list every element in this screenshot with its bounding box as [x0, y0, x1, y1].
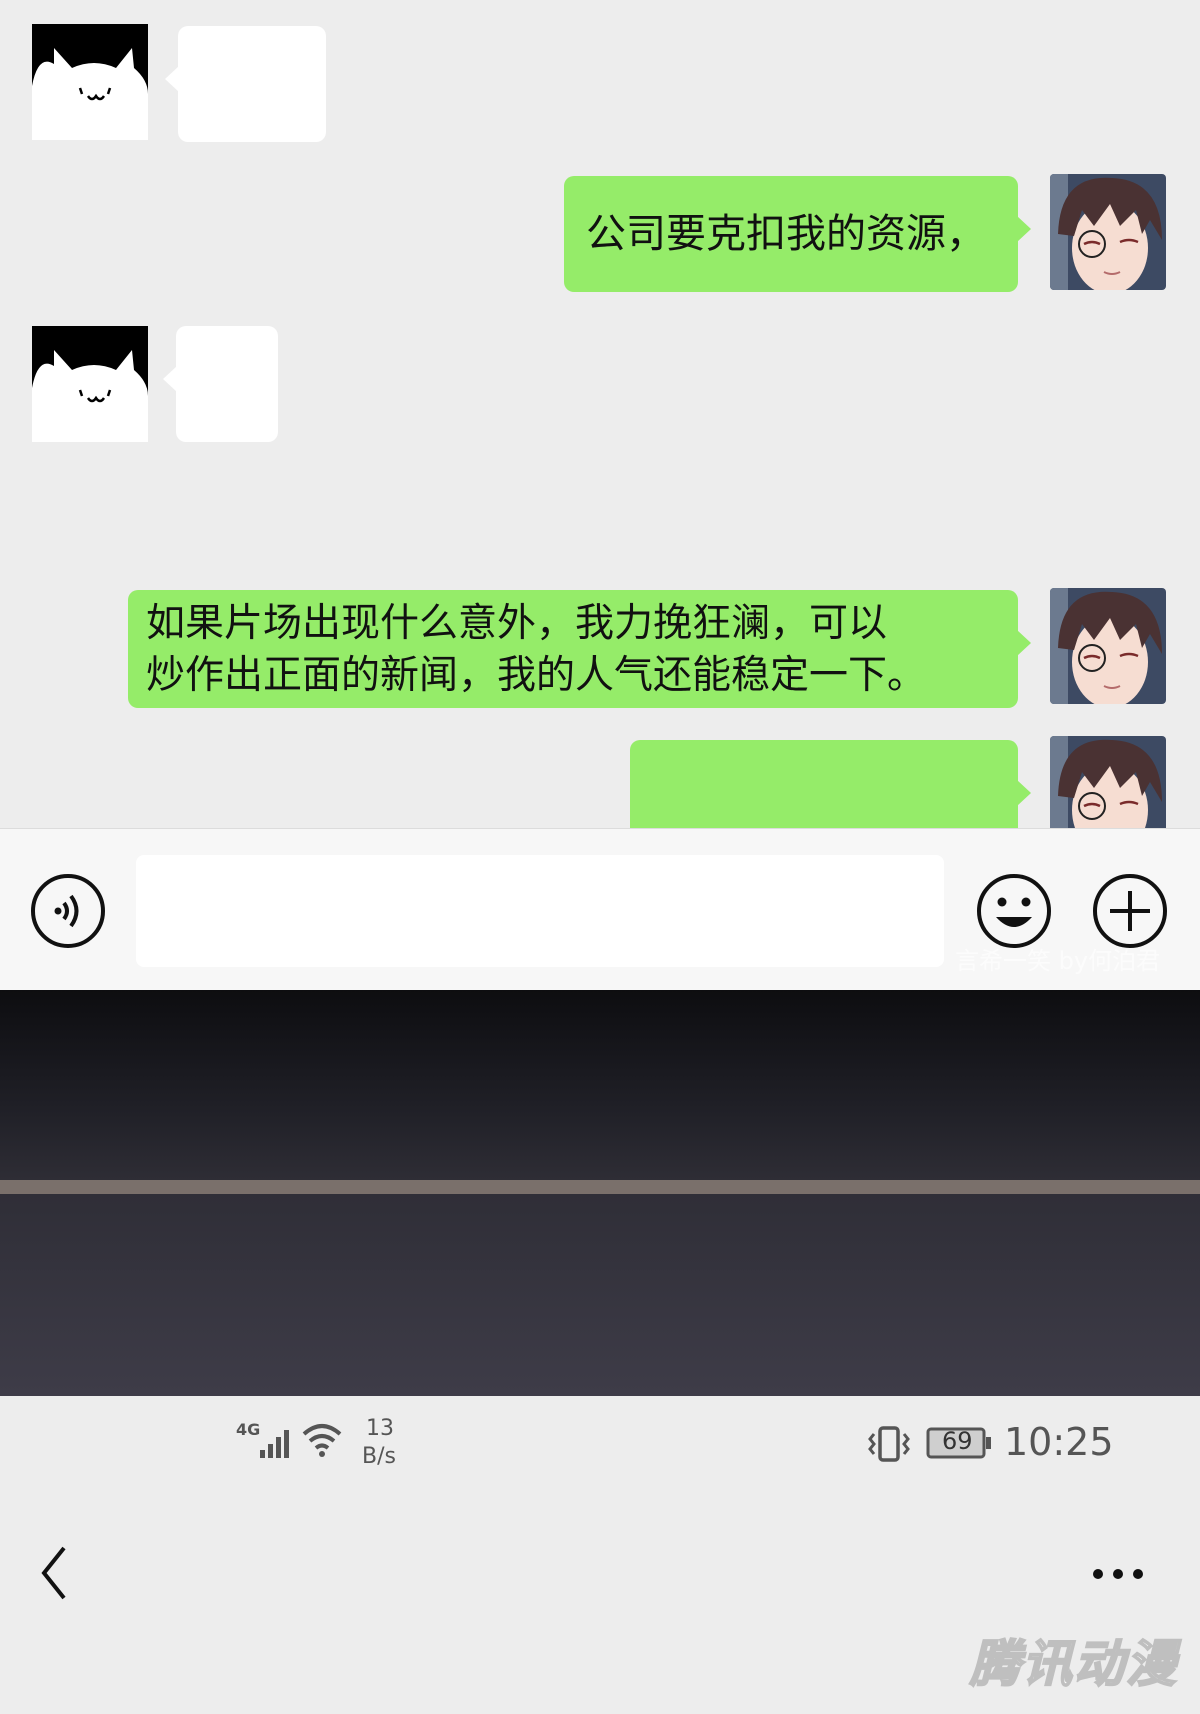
vibrate-icon [866, 1426, 912, 1466]
more-dots-icon[interactable] [1088, 1554, 1148, 1594]
chevron-left-icon[interactable] [30, 1538, 80, 1608]
dark-panel-bottom [0, 1194, 1200, 1396]
emoji-icon[interactable] [974, 871, 1054, 951]
plus-icon[interactable] [1090, 871, 1170, 951]
chat-header: 腾讯动漫 [0, 1514, 1200, 1714]
status-bar: 4G 13 B/s 69 10:25 [0, 1396, 1200, 1514]
signal-icon [258, 1424, 296, 1462]
boy-avatar[interactable] [1050, 588, 1166, 704]
author-watermark: 言希一笑 by何泊君 [955, 947, 1161, 975]
sent-message-bubble[interactable] [630, 740, 1031, 828]
dark-panel-top [0, 990, 1200, 1180]
cat-avatar[interactable] [32, 24, 148, 140]
message-text-line-1: 如果片场出现什么意外，我力挽狂澜，可以 [146, 601, 888, 646]
received-message-bubble[interactable] [163, 326, 278, 442]
sent-message-bubble[interactable]: 公司要克扣我的资源， [564, 176, 1031, 292]
wifi-icon [302, 1422, 342, 1462]
boy-avatar[interactable] [1050, 736, 1166, 828]
clock-time: 10:25 [1004, 1420, 1114, 1464]
message-input[interactable] [136, 855, 944, 967]
cat-avatar[interactable] [32, 326, 148, 442]
battery-level: 69 [942, 1427, 973, 1455]
message-text: 公司要克扣我的资源， [586, 211, 986, 257]
panel-divider [0, 1180, 1200, 1194]
boy-avatar[interactable] [1050, 174, 1166, 290]
received-message-bubble[interactable] [165, 26, 326, 142]
voice-icon[interactable] [28, 871, 108, 951]
network-speed-unit: B/s [362, 1444, 396, 1469]
sent-message-bubble[interactable]: 如果片场出现什么意外，我力挽狂澜，可以 炒作出正面的新闻，我的人气还能稳定一下。 [128, 590, 1031, 708]
message-text-line-2: 炒作出正面的新闻，我的人气还能稳定一下。 [146, 653, 927, 698]
tencent-comic-watermark: 腾讯动漫 [969, 1634, 1178, 1694]
input-bar: 言希一笑 by何泊君 [0, 828, 1200, 990]
network-speed-value: 13 [366, 1416, 394, 1441]
network-type: 4G [236, 1420, 261, 1439]
chat-area[interactable]: 公司要克扣我的资源， 如果片场出现什么意外，我力挽狂澜，可以 炒作出正面的新闻，… [0, 0, 1200, 828]
